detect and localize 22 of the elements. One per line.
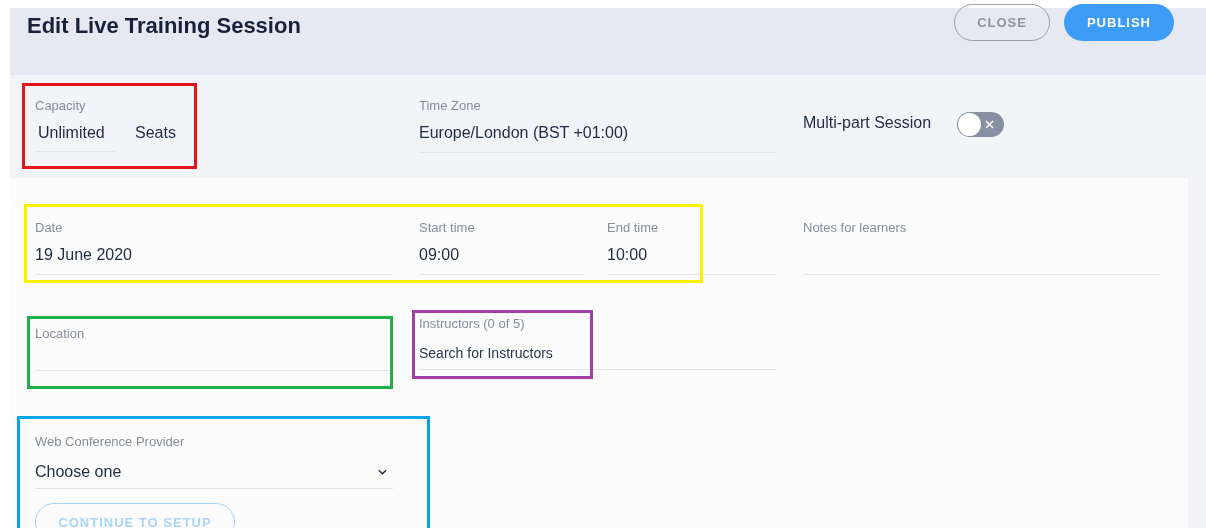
x-icon [985, 119, 995, 129]
field-label: Date [35, 220, 63, 237]
toggle-switch[interactable] [957, 111, 1005, 137]
chevron-down-icon [378, 469, 387, 475]
search-field[interactable]: Search for Instructors [419, 334, 777, 370]
time-field[interactable]: 10:00 [607, 238, 777, 275]
field-label: Web Conference Provider [35, 434, 185, 451]
toggle-label: Multi-part Session [803, 113, 932, 133]
page-title: Edit Live Training Session [27, 13, 301, 39]
time-zone-field[interactable]: Europe/London (BST +01:00) [419, 116, 777, 153]
unit-label: Seats [135, 123, 176, 143]
capacity-field[interactable]: Unlimited [35, 116, 115, 152]
provider-dropdown[interactable]: Choose one [35, 452, 393, 489]
field-label: Instructors (0 of 5) [419, 316, 525, 333]
field-label: Notes for learners [803, 220, 907, 237]
field-label: End time [607, 220, 659, 237]
field-label: Capacity [35, 98, 86, 115]
time-field[interactable]: 09:00 [419, 238, 585, 275]
date-field[interactable]: 19 June 2020 [35, 238, 393, 275]
field-label: Location [35, 326, 85, 343]
field-label: Time Zone [419, 98, 481, 115]
field-label: Start time [419, 220, 475, 237]
